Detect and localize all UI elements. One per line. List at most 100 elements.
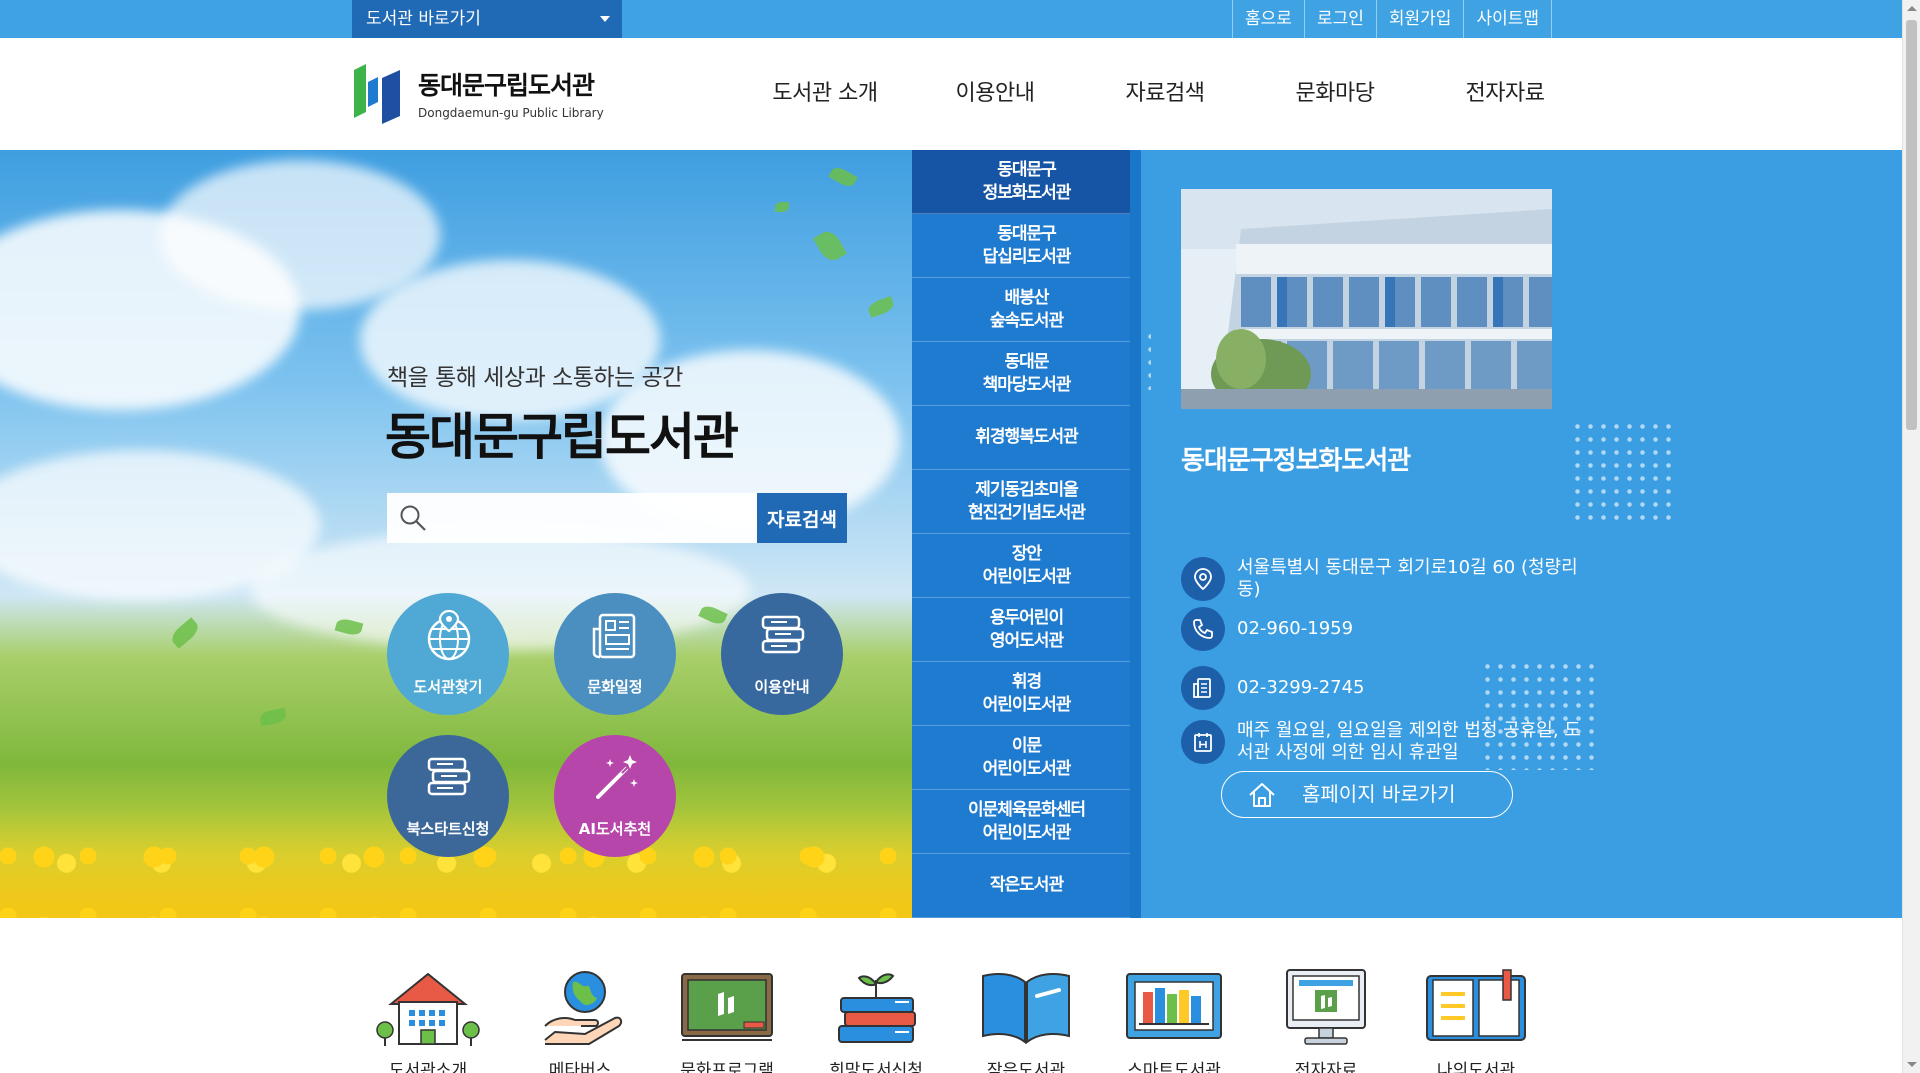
- quick-culture-schedule[interactable]: 문화일정: [554, 593, 676, 715]
- logo-english-name: Dongdaemun-gu Public Library: [418, 106, 604, 120]
- monitor-icon: [1286, 969, 1366, 1045]
- branch-item-dapsimni[interactable]: 동대문구 답십리도서관: [912, 214, 1141, 278]
- branch-library-list: 동대문구 정보화도서관 동대문구 답십리도서관 배봉산 숲속도서관 동대문 책마당도서관…: [912, 150, 1141, 918]
- location-pin-icon: [1181, 557, 1225, 601]
- branch-item-hwigyeong-children[interactable]: 휘경 어린이도서관: [912, 662, 1141, 726]
- chalkboard-icon: [681, 973, 773, 1041]
- catalog-search-box: 자료검색: [387, 493, 847, 543]
- catalog-search-button[interactable]: 자료검색: [757, 493, 847, 543]
- search-icon: [400, 505, 426, 531]
- nav-e-resources[interactable]: 전자자료: [1420, 38, 1590, 150]
- branch-item-baebongsan[interactable]: 배봉산 숲속도서관: [912, 278, 1141, 342]
- quick-label: 문화일정: [587, 678, 643, 696]
- closed-days-row: 매주 월요일, 일요일을 제외한 법정 공휴일, 도서관 사정에 의한 임시 휴…: [1181, 720, 1581, 764]
- home-icon: [1249, 783, 1275, 807]
- branch-item-jeongbohwa[interactable]: 동대문구 정보화도서관: [912, 150, 1141, 214]
- globe-hand-icon: [544, 971, 623, 1045]
- newspaper-icon: [592, 613, 636, 659]
- bottom-item-metaverse[interactable]: 메타버스: [520, 968, 640, 1073]
- book-stack-icon: [427, 757, 471, 796]
- phone-text: 02-960-1959: [1237, 618, 1354, 639]
- bottom-item-label: 메타버스: [548, 1061, 612, 1073]
- book-stack-icon: [761, 615, 805, 654]
- bottom-quick-menu: 도서관소개 메타버스 문화프로그램 희망도서신청 작은도서관 스마트도서관 전자…: [0, 918, 1902, 1073]
- scroll-down-arrow-icon[interactable]: [1907, 1062, 1917, 1067]
- closed-days-text: 매주 월요일, 일요일을 제외한 법정 공휴일, 도서관 사정에 의한 임시 휴…: [1237, 720, 1581, 763]
- hero-banner: 책을 통해 세상과 소통하는 공간 동대문구립도서관 자료검색 도서관찾기 문화…: [0, 150, 912, 918]
- branch-item-imun-sports-center[interactable]: 이문체육문화센터 어린이도서관: [912, 790, 1141, 854]
- branch-item-jangan-children[interactable]: 장안 어린이도서관: [912, 534, 1141, 598]
- nav-library-intro[interactable]: 도서관 소개: [740, 38, 910, 150]
- quick-label: 북스타트신청: [406, 820, 490, 838]
- bottom-item-library-intro[interactable]: 도서관소개: [368, 968, 488, 1073]
- bottom-item-smart-library[interactable]: 스마트도서관: [1114, 968, 1234, 1073]
- fax-icon: [1181, 666, 1225, 710]
- bottom-item-label: 희망도서신청: [829, 1061, 923, 1073]
- top-utility-bar: 도서관 바로가기 홈으로 로그인 회원가입 사이트맵: [0, 0, 1902, 38]
- bottom-item-label: 나의도서관: [1436, 1061, 1516, 1073]
- quick-bookstart-apply[interactable]: 북스타트신청: [387, 735, 509, 857]
- bottom-item-small-library[interactable]: 작은도서관: [966, 968, 1086, 1073]
- bottom-item-label: 문화프로그램: [680, 1061, 774, 1073]
- fax-row: 02-3299-2745: [1181, 666, 1581, 710]
- homepage-shortcut-button[interactable]: 홈페이지 바로가기: [1221, 771, 1513, 818]
- page-scrollbar[interactable]: [1902, 0, 1920, 1073]
- homepage-shortcut-label: 홈페이지 바로가기: [1302, 782, 1456, 806]
- phone-icon: [1181, 607, 1225, 651]
- home-link[interactable]: 홈으로: [1232, 0, 1304, 38]
- branch-list-edge: [1130, 150, 1141, 918]
- fax-text: 02-3299-2745: [1237, 677, 1365, 698]
- quick-label: 도서관찾기: [413, 678, 483, 696]
- nav-culture[interactable]: 문화마당: [1250, 38, 1420, 150]
- scrollbar-thumb[interactable]: [1906, 20, 1917, 430]
- phone-row: 02-960-1959: [1181, 607, 1581, 651]
- notebook-icon: [1426, 969, 1526, 1041]
- bottom-item-label: 도서관소개: [388, 1061, 468, 1073]
- quick-find-library[interactable]: 도서관찾기: [387, 593, 509, 715]
- sitemap-link[interactable]: 사이트맵: [1463, 0, 1552, 38]
- branch-name: 동대문구정보화도서관: [1181, 446, 1411, 476]
- login-link[interactable]: 로그인: [1303, 0, 1376, 38]
- bookshelf-screen-icon: [1126, 973, 1222, 1039]
- branch-item-chaekmadang[interactable]: 동대문 책마당도서관: [912, 342, 1141, 406]
- branch-item-small-libraries[interactable]: 작은도서관: [912, 854, 1141, 918]
- catalog-search-input[interactable]: [439, 493, 739, 543]
- quick-usage-guide[interactable]: 이용안내: [721, 593, 843, 715]
- utility-links: 홈으로 로그인 회원가입 사이트맵: [1232, 0, 1552, 38]
- logo-korean-name: 동대문구립도서관: [418, 71, 595, 100]
- bottom-item-e-resources[interactable]: 전자자료: [1266, 968, 1386, 1073]
- bottom-item-book-request[interactable]: 희망도서신청: [816, 968, 936, 1073]
- chevron-down-icon: [600, 16, 610, 22]
- main-nav: 도서관 소개 이용안내 자료검색 문화마당 전자자료: [740, 38, 1590, 150]
- quick-ai-recommend[interactable]: AI도서추천: [554, 735, 676, 857]
- nav-catalog-search[interactable]: 자료검색: [1080, 38, 1250, 150]
- quick-label: 이용안내: [754, 678, 810, 696]
- open-book-icon: [982, 973, 1070, 1045]
- site-logo[interactable]: 동대문구립도서관 Dongdaemun-gu Public Library: [352, 62, 604, 124]
- quick-label: AI도서추천: [578, 820, 652, 838]
- site-header: 동대문구립도서관 Dongdaemun-gu Public Library 도서…: [0, 38, 1902, 150]
- library-building-icon: [376, 972, 480, 1046]
- globe-pin-icon: [427, 609, 471, 661]
- address-text: 서울특별시 동대문구 회기로10길 60 (청량리동): [1237, 557, 1578, 600]
- books-sprout-icon: [838, 973, 916, 1043]
- library-logo-icon: [354, 64, 400, 124]
- branch-info-panel: 동대문구정보화도서관 서울특별시 동대문구 회기로10길 60 (청량리동) 0…: [1141, 150, 1902, 918]
- hero-subtitle: 책을 통해 세상과 소통하는 공간: [387, 365, 683, 391]
- branch-item-hwigyeong-haengbok[interactable]: 휘경행복도서관: [912, 406, 1141, 470]
- bottom-item-culture-program[interactable]: 문화프로그램: [667, 968, 787, 1073]
- calendar-icon: [1181, 720, 1225, 764]
- branch-item-imun-children[interactable]: 이문 어린이도서관: [912, 726, 1141, 790]
- branch-item-jegidong[interactable]: 제기동김초미올 현진건기념도서관: [912, 470, 1141, 534]
- bottom-item-my-library[interactable]: 나의도서관: [1416, 968, 1536, 1073]
- library-select-dropdown[interactable]: 도서관 바로가기: [352, 0, 622, 38]
- signup-link[interactable]: 회원가입: [1375, 0, 1464, 38]
- library-select-label: 도서관 바로가기: [366, 9, 481, 29]
- bottom-item-label: 작은도서관: [986, 1061, 1066, 1073]
- magic-wand-icon: [596, 755, 638, 799]
- scroll-up-arrow-icon[interactable]: [1907, 6, 1917, 11]
- library-building-photo: [1181, 189, 1552, 409]
- bottom-item-label: 전자자료: [1294, 1061, 1358, 1073]
- nav-usage-guide[interactable]: 이용안내: [910, 38, 1080, 150]
- branch-item-yongdu-english[interactable]: 용두어린이 영어도서관: [912, 598, 1141, 662]
